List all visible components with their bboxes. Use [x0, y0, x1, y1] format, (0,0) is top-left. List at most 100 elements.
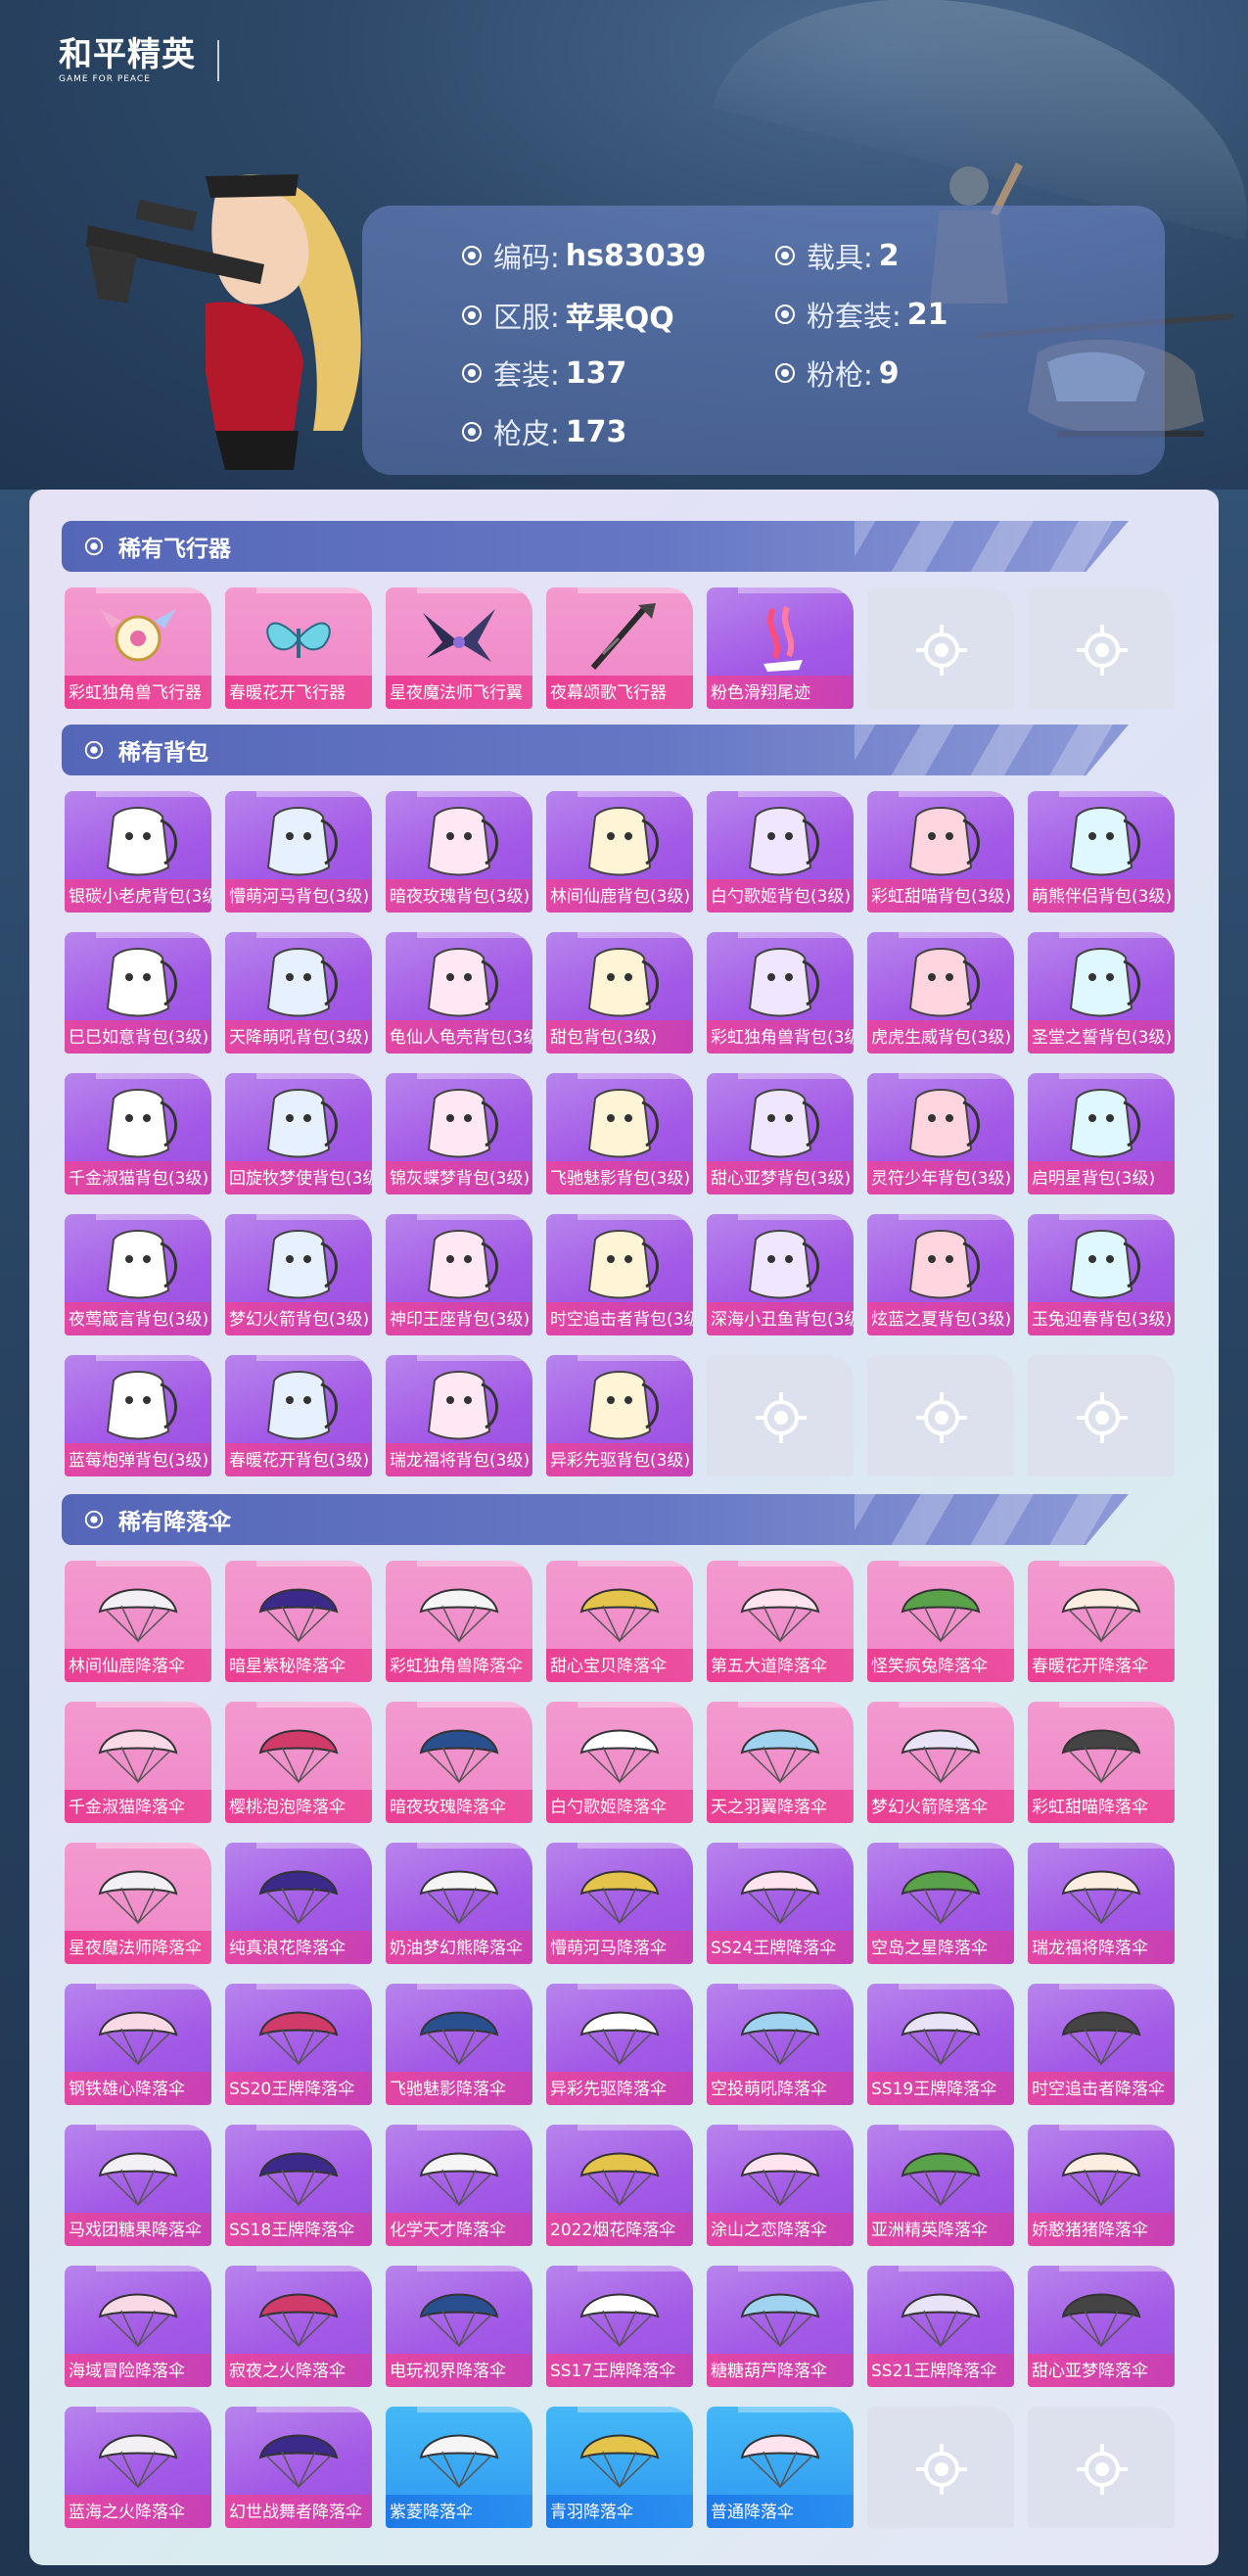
parachute-item-tile[interactable]: 飞驰魅影降落伞 [386, 1984, 532, 2105]
parachute-item-tile[interactable]: 异彩先驱降落伞 [546, 1984, 693, 2105]
parachute-item-tile[interactable]: SS19王牌降落伞 [867, 1984, 1014, 2105]
item-name: 飞驰魅影背包(3级) [550, 1169, 691, 1189]
parachute-item-tile[interactable]: 纯真浪花降落伞 [225, 1843, 372, 1964]
parachute-item-tile[interactable]: 懵萌河马降落伞 [546, 1843, 693, 1964]
backpack-icon [587, 807, 659, 876]
backpack-item-tile[interactable]: 银碳小老虎背包(3级) [65, 791, 211, 913]
parachute-item-tile[interactable]: 奶油梦幻熊降落伞 [386, 1843, 532, 1964]
crosshair-icon [462, 305, 482, 325]
parachute-item-tile[interactable]: 蓝海之火降落伞 [65, 2407, 211, 2528]
backpack-item-tile[interactable]: 千金淑猫背包(3级) [65, 1073, 211, 1194]
parachute-icon [98, 1588, 178, 1643]
parachute-item-tile[interactable]: SS21王牌降落伞 [867, 2266, 1014, 2387]
backpack-icon [266, 948, 338, 1017]
backpack-item-tile[interactable]: 回旋牧梦使背包(3级) [225, 1073, 372, 1194]
crosshair-icon [84, 740, 104, 760]
parachute-item-tile[interactable]: 暗夜玫瑰降落伞 [386, 1702, 532, 1823]
backpack-item-tile[interactable]: 深海小丑鱼背包(3级) [707, 1214, 854, 1335]
parachute-item-tile[interactable]: 海域冒险降落伞 [65, 2266, 211, 2387]
parachute-item-tile[interactable]: 星夜魔法师降落伞 [65, 1843, 211, 1964]
parachute-item-tile[interactable]: 彩虹独角兽降落伞 [386, 1561, 532, 1682]
aircraft-item-tile[interactable]: 春暖花开飞行器 [225, 587, 372, 709]
backpack-icon [427, 1089, 498, 1158]
backpack-item-tile[interactable]: 虎虎生威背包(3级) [867, 932, 1014, 1054]
backpack-item-tile[interactable]: 白勺歌姬背包(3级) [707, 791, 854, 913]
backpack-item-tile[interactable]: 林间仙鹿背包(3级) [546, 791, 693, 913]
backpack-item-tile[interactable]: 瑞龙福将背包(3级) [386, 1355, 532, 1476]
parachute-item-tile[interactable]: 天之羽翼降落伞 [707, 1702, 854, 1823]
parachute-icon [258, 1588, 339, 1643]
parachute-item-tile[interactable]: 寂夜之火降落伞 [225, 2266, 372, 2387]
backpack-item-tile[interactable]: 彩虹独角兽背包(3级) [707, 932, 854, 1054]
parachute-item-tile[interactable]: 春暖花开降落伞 [1028, 1561, 1175, 1682]
parachute-item-tile[interactable]: 2022烟花降落伞 [546, 2125, 693, 2246]
parachute-item-tile[interactable]: 化学天才降落伞 [386, 2125, 532, 2246]
parachute-item-tile[interactable]: 空投萌吼降落伞 [707, 1984, 854, 2105]
item-name: 粉色滑翔尾迹 [711, 683, 810, 703]
backpack-item-tile[interactable]: 圣堂之誓背包(3级) [1028, 932, 1175, 1054]
backpack-item-tile[interactable]: 龟仙人龟壳背包(3级) [386, 932, 532, 1054]
parachute-item-tile[interactable]: 幻世战舞者降落伞 [225, 2407, 372, 2528]
backpack-item-tile[interactable]: 巳巳如意背包(3级) [65, 932, 211, 1054]
item-name: 瑞龙福将降落伞 [1032, 1939, 1148, 1958]
aircraft-item-tile[interactable]: 粉色滑翔尾迹 [707, 587, 854, 709]
parachute-item-tile[interactable]: 梦幻火箭降落伞 [867, 1702, 1014, 1823]
parachute-item-tile[interactable]: 樱桃泡泡降落伞 [225, 1702, 372, 1823]
backpack-item-tile[interactable]: 暗夜玫瑰背包(3级) [386, 791, 532, 913]
parachute-item-tile[interactable]: 普通降落伞 [707, 2407, 854, 2528]
backpack-item-tile[interactable]: 甜心亚梦背包(3级) [707, 1073, 854, 1194]
parachute-item-tile[interactable]: 千金淑猫降落伞 [65, 1702, 211, 1823]
parachute-item-tile[interactable]: 怪笑疯兔降落伞 [867, 1561, 1014, 1682]
aircraft-item-tile[interactable]: 星夜魔法师飞行翼 [386, 587, 532, 709]
backpack-item-tile[interactable]: 懵萌河马背包(3级) [225, 791, 372, 913]
backpack-item-tile[interactable]: 梦幻火箭背包(3级) [225, 1214, 372, 1335]
parachute-item-tile[interactable]: 青羽降落伞 [546, 2407, 693, 2528]
parachute-item-tile[interactable]: 时空追击者降落伞 [1028, 1984, 1175, 2105]
parachute-item-tile[interactable]: 娇憨猪猪降落伞 [1028, 2125, 1175, 2246]
info-row-pink-outfits: 粉套装: 21 [773, 294, 948, 335]
backpack-item-tile[interactable]: 天降萌吼背包(3级) [225, 932, 372, 1054]
backpack-item-tile[interactable]: 炫蓝之夏背包(3级) [867, 1214, 1014, 1335]
parachute-item-tile[interactable]: 暗星紫秘降落伞 [225, 1561, 372, 1682]
parachute-item-tile[interactable]: SS17王牌降落伞 [546, 2266, 693, 2387]
parachute-item-tile[interactable]: 糖糖葫芦降落伞 [707, 2266, 854, 2387]
parachute-item-tile[interactable]: 甜心宝贝降落伞 [546, 1561, 693, 1682]
parachute-item-tile[interactable]: 亚洲精英降落伞 [867, 2125, 1014, 2246]
backpack-item-tile[interactable]: 飞驰魅影背包(3级) [546, 1073, 693, 1194]
parachute-item-tile[interactable]: 白勺歌姬降落伞 [546, 1702, 693, 1823]
empty-slot [1028, 1355, 1175, 1476]
backpack-item-tile[interactable]: 锦灰蝶梦背包(3级) [386, 1073, 532, 1194]
backpack-item-tile[interactable]: 灵符少年背包(3级) [867, 1073, 1014, 1194]
parachute-item-tile[interactable]: SS18王牌降落伞 [225, 2125, 372, 2246]
parachute-item-tile[interactable]: 涂山之恋降落伞 [707, 2125, 854, 2246]
parachute-item-tile[interactable]: SS20王牌降落伞 [225, 1984, 372, 2105]
parachute-item-tile[interactable]: 钢铁雄心降落伞 [65, 1984, 211, 2105]
backpack-item-tile[interactable]: 蓝莓炮弹背包(3级) [65, 1355, 211, 1476]
backpack-item-tile[interactable]: 萌熊伴侣背包(3级) [1028, 791, 1175, 913]
parachute-item-tile[interactable]: 林间仙鹿降落伞 [65, 1561, 211, 1682]
parachute-item-tile[interactable]: 彩虹甜喵降落伞 [1028, 1702, 1175, 1823]
backpack-item-tile[interactable]: 玉兔迎春背包(3级) [1028, 1214, 1175, 1335]
backpack-item-tile[interactable]: 甜包背包(3级) [546, 932, 693, 1054]
backpack-item-tile[interactable]: 夜莺箴言背包(3级) [65, 1214, 211, 1335]
parachute-item-tile[interactable]: 瑞龙福将降落伞 [1028, 1843, 1175, 1964]
parachute-item-tile[interactable]: SS24王牌降落伞 [707, 1843, 854, 1964]
parachute-item-tile[interactable]: 紫菱降落伞 [386, 2407, 532, 2528]
parachute-item-tile[interactable]: 第五大道降落伞 [707, 1561, 854, 1682]
backpack-item-tile[interactable]: 神印王座背包(3级) [386, 1214, 532, 1335]
parachute-icon [98, 1870, 178, 1925]
backpack-item-tile[interactable]: 启明星背包(3级) [1028, 1073, 1175, 1194]
backpack-item-tile[interactable]: 时空追击者背包(3级) [546, 1214, 693, 1335]
parachute-item-tile[interactable]: 甜心亚梦降落伞 [1028, 2266, 1175, 2387]
aircraft-item-tile[interactable]: 彩虹独角兽飞行器 [65, 587, 211, 709]
backpack-item-tile[interactable]: 彩虹甜喵背包(3级) [867, 791, 1014, 913]
backpack-item-tile[interactable]: 异彩先驱背包(3级) [546, 1355, 693, 1476]
aircraft-item-tile[interactable]: 夜幕颂歌飞行器 [546, 587, 693, 709]
parachute-item-tile[interactable]: 电玩视界降落伞 [386, 2266, 532, 2387]
item-name: 梦幻火箭降落伞 [871, 1798, 988, 1817]
parachute-item-tile[interactable]: 马戏团糖果降落伞 [65, 2125, 211, 2246]
parachute-icon [579, 2011, 660, 2066]
backpack-item-tile[interactable]: 春暖花开背包(3级) [225, 1355, 372, 1476]
parachute-item-tile[interactable]: 空岛之星降落伞 [867, 1843, 1014, 1964]
item-name: 青羽降落伞 [550, 2503, 633, 2522]
